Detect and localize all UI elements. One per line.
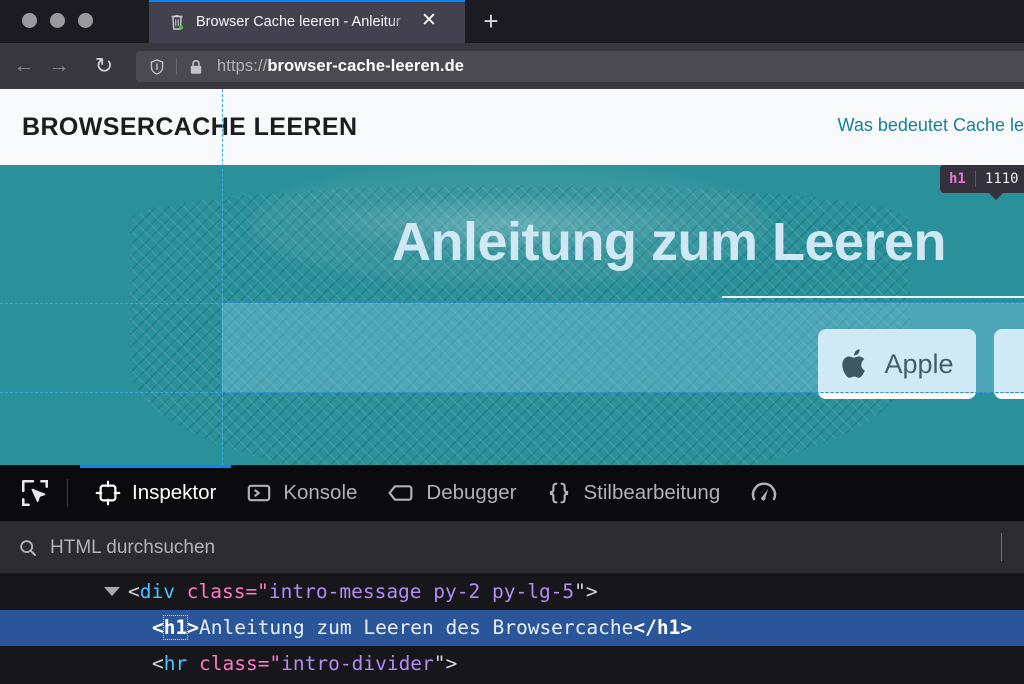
tab-konsole[interactable]: Konsole [231, 465, 372, 522]
close-tab-button[interactable]: ✕ [419, 11, 439, 31]
tab-stilbearbeitung[interactable]: Stilbearbeitung [531, 465, 735, 522]
title-bar: Browser Cache leeren - Anleitur ✕ + [0, 0, 1024, 43]
tracking-protection-button[interactable] [136, 58, 166, 76]
new-tab-button[interactable]: + [479, 8, 503, 34]
trash-bin-icon [171, 15, 184, 30]
dom-close-punct: "> [433, 652, 458, 675]
maximize-window-button[interactable] [78, 13, 93, 28]
inspector-guide-horizontal-bottom [0, 392, 1024, 393]
dom-tag-name[interactable]: h1 [162, 615, 189, 640]
page-viewport: BROWSERCACHE LEEREN Was bedeutet Cache l… [0, 89, 1024, 465]
dom-close-tag: </h1> [633, 616, 693, 639]
debugger-tag-icon [388, 485, 413, 501]
shield-icon [150, 58, 164, 75]
site-header: BROWSERCACHE LEEREN Was bedeutet Cache l… [0, 89, 1024, 165]
site-nav-link[interactable]: Was bedeutet Cache le [838, 115, 1024, 136]
search-icon [20, 539, 36, 556]
dom-tree[interactable]: <div class="intro-message py-2 py-lg-5">… [0, 574, 1024, 684]
dom-attr-eq: =" [257, 652, 282, 675]
search-toolbar-separator [1001, 533, 1002, 561]
dom-attr-name[interactable]: class [187, 580, 246, 603]
reload-button[interactable]: ↻ [92, 54, 116, 78]
hero-heading: Anleitung zum Leeren [392, 212, 947, 272]
badge-pointer [988, 192, 1004, 200]
dom-close-punct: "> [574, 580, 598, 603]
dom-attr-eq: =" [245, 580, 269, 603]
window-controls [22, 13, 93, 28]
dom-space [187, 652, 199, 675]
inspector-highlight-box [221, 302, 1024, 393]
dom-attr-value[interactable]: intro-divider [281, 652, 434, 675]
close-window-button[interactable] [22, 13, 37, 28]
badge-dimensions: 1110 x [984, 171, 1024, 187]
dom-open-punct: < [152, 652, 164, 675]
url-host: browser-cache-leeren.de [267, 57, 465, 75]
minimize-window-button[interactable] [50, 13, 65, 28]
lock-icon [190, 59, 202, 74]
devtools-toolbar: Inspektor Konsole Debugger Stilbearbeitu… [0, 464, 1024, 522]
url-scheme: https:// [217, 57, 268, 75]
dom-tag-name: div [139, 580, 175, 603]
html-search-placeholder: HTML durchsuchen [50, 536, 216, 558]
tab-active-indicator [149, 0, 465, 2]
chevron-down-icon[interactable] [104, 587, 120, 596]
console-icon [248, 484, 271, 502]
performance-gauge-icon [752, 482, 777, 501]
tab-inspektor[interactable]: Inspektor [80, 464, 232, 522]
badge-separator [974, 171, 976, 187]
tab-konsole-label: Konsole [283, 481, 358, 504]
toolbar-separator [67, 479, 68, 507]
dom-attr-value[interactable]: intro-message py-2 py-lg-5 [269, 580, 574, 603]
badge-tag-name: h1 [949, 171, 966, 187]
tab-debugger-label: Debugger [426, 481, 517, 504]
browser-window: Browser Cache leeren - Anleitur ✕ + ← → … [0, 0, 1024, 684]
hero-divider [722, 296, 1024, 298]
dom-open-punct: < [128, 580, 140, 603]
element-picker-icon[interactable] [17, 475, 53, 511]
tab-stilbearbeitung-label: Stilbearbeitung [583, 481, 721, 504]
address-bar-separator [176, 58, 177, 75]
tab-title: Browser Cache leeren - Anleitur [196, 14, 401, 30]
dom-attr-name[interactable]: class [199, 652, 258, 675]
dom-row-hr[interactable]: <hr class="intro-divider"> [0, 646, 1024, 682]
back-button[interactable]: ← [12, 54, 36, 78]
dom-tag-name: hr [163, 652, 188, 675]
inspector-target-icon [95, 480, 121, 506]
dom-row-h1-selected[interactable]: <h1>Anleitung zum Leeren des Browsercach… [0, 610, 1024, 646]
dom-space [175, 580, 187, 603]
dom-text-node[interactable]: Anleitung zum Leeren des Browsercache [199, 616, 633, 639]
tab-inspektor-label: Inspektor [132, 481, 217, 504]
dom-gt-punct: > [187, 616, 199, 639]
browser-tab[interactable]: Browser Cache leeren - Anleitur ✕ [149, 0, 465, 43]
tab-debugger[interactable]: Debugger [372, 465, 531, 522]
inspector-guide-vertical-left [222, 89, 223, 465]
braces-icon [550, 482, 569, 504]
dom-row-div[interactable]: <div class="intro-message py-2 py-lg-5"> [0, 574, 1024, 610]
tab-leistung[interactable] [735, 465, 804, 522]
site-identity-button[interactable] [187, 58, 205, 76]
devtools-panel: Inspektor Konsole Debugger Stilbearbeitu… [0, 464, 1024, 684]
url-text: https://browser-cache-leeren.de [217, 57, 464, 76]
address-bar[interactable]: https://browser-cache-leeren.de [136, 51, 1024, 82]
navigation-toolbar: ← → ↻ https://browser-cache-leeren.de [0, 43, 1024, 89]
forward-button[interactable]: → [47, 54, 71, 78]
site-brand[interactable]: BROWSERCACHE LEEREN [22, 113, 357, 142]
inspector-element-badge: h1 1110 x [940, 165, 1024, 200]
html-search-input[interactable]: HTML durchsuchen [0, 522, 1024, 574]
dom-open-punct: < [152, 616, 164, 639]
